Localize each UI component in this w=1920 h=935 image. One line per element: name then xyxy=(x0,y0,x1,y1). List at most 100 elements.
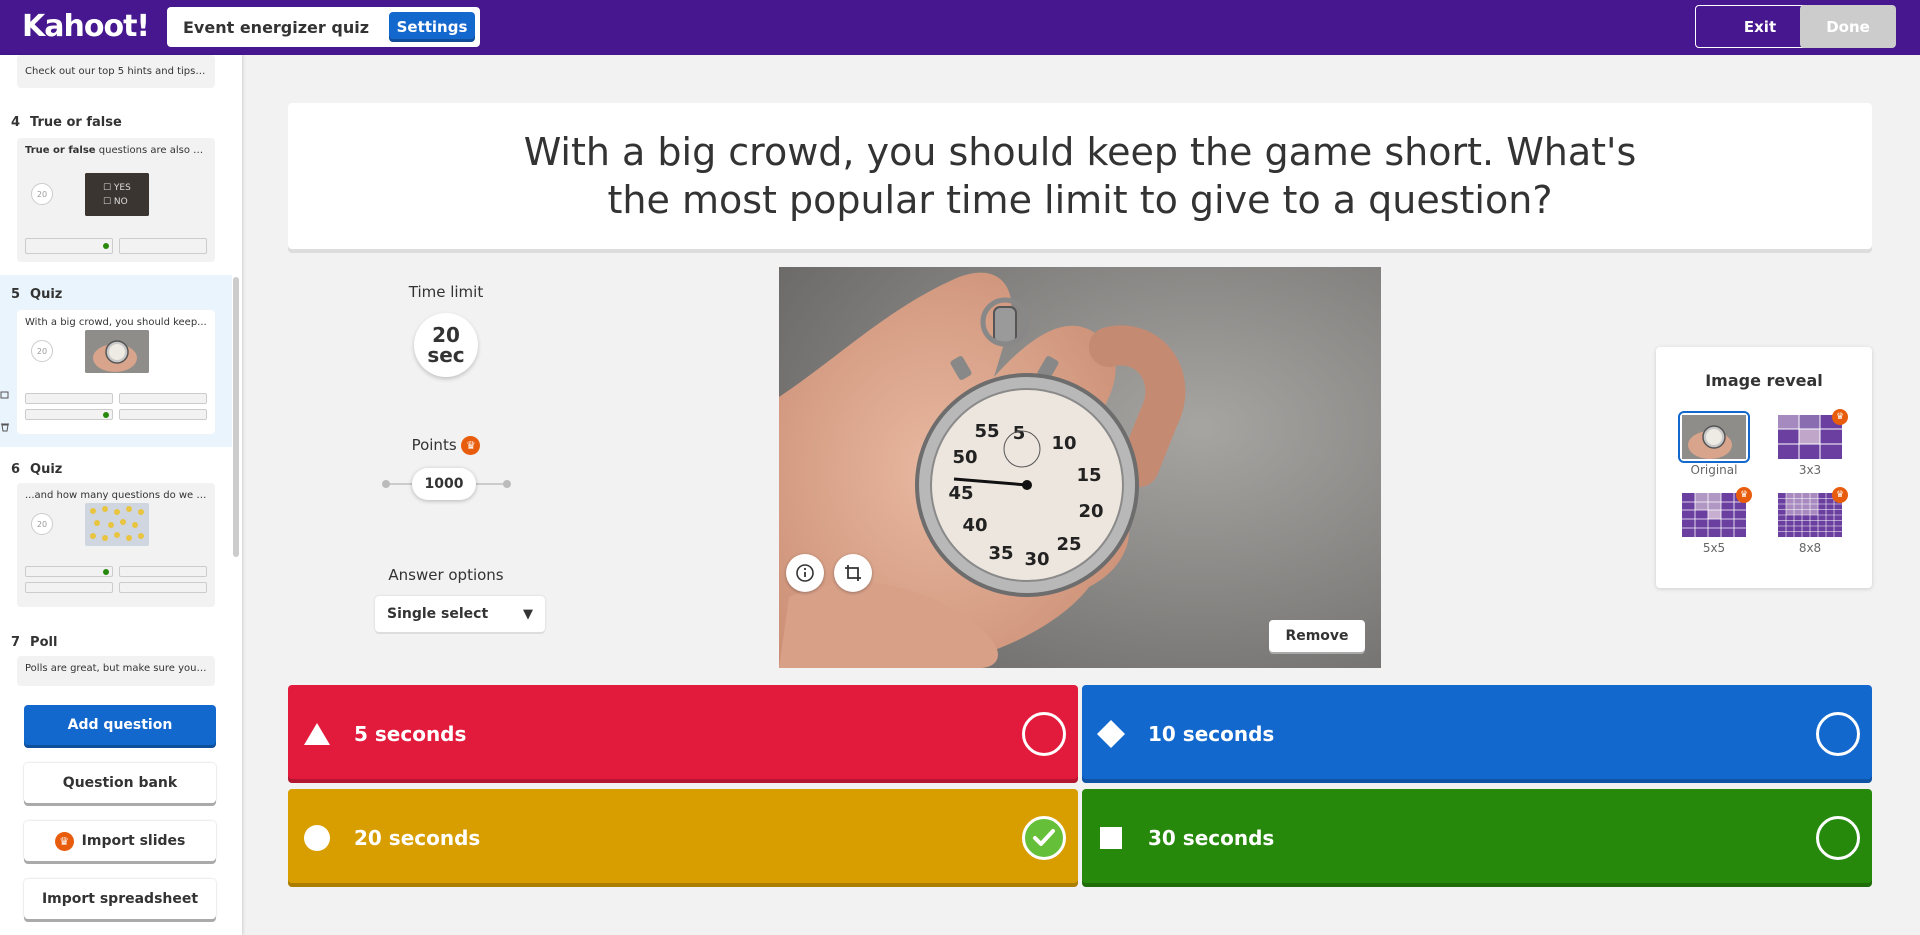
slide-timer: 20 xyxy=(31,513,53,535)
correct-toggle-checked[interactable] xyxy=(1022,816,1066,860)
time-limit-label: Time limit xyxy=(408,283,484,301)
question-bank-button[interactable]: Question bank xyxy=(24,763,216,803)
answer-option-1[interactable]: 5 seconds xyxy=(288,685,1078,783)
reveal-option-3x3[interactable]: ♛ 3x3 xyxy=(1776,409,1848,477)
done-button[interactable]: Done xyxy=(1800,5,1896,48)
svg-text:5: 5 xyxy=(1013,423,1026,444)
svg-text:25: 25 xyxy=(1056,534,1081,555)
slide-number: 4 xyxy=(11,115,21,130)
points-value[interactable]: 1000 xyxy=(412,468,476,500)
answer-text[interactable]: 5 seconds xyxy=(354,722,1022,746)
answer-option-4[interactable]: 30 seconds xyxy=(1082,789,1872,887)
slide-item-active[interactable]: 5 Quiz With a big crowd, you should keep.… xyxy=(0,275,232,447)
slide-preview-text: Polls are great, but make sure you ... xyxy=(25,663,210,674)
slide-thumbnail[interactable]: Check out our top 5 hints and tips ... xyxy=(17,55,215,88)
svg-text:30: 30 xyxy=(1024,549,1049,570)
import-slides-button[interactable]: ♛ Import slides xyxy=(24,821,216,861)
slide-item[interactable]: 7 Poll Polls are great, but make sure you… xyxy=(0,633,232,693)
info-icon[interactable] xyxy=(786,554,824,592)
svg-text:35: 35 xyxy=(988,543,1013,564)
correct-toggle[interactable] xyxy=(1816,816,1860,860)
slide-thumbnail[interactable]: ...and how many questions do we r... 20 xyxy=(17,483,215,607)
answer-option-3[interactable]: 20 seconds xyxy=(288,789,1078,887)
slide-answer-preview xyxy=(119,566,207,577)
answer-text[interactable]: 10 seconds xyxy=(1148,722,1816,746)
image-reveal-panel: Image reveal Original ♛ 3x3 ♛ 5x5 ♛ 8x8 xyxy=(1656,347,1872,588)
triangle-icon xyxy=(300,717,334,751)
slide-header: 5 Quiz xyxy=(0,275,232,305)
slide-type: Quiz xyxy=(30,287,63,302)
slide-answer-preview xyxy=(25,582,113,593)
reveal-option-label: 8x8 xyxy=(1798,541,1822,555)
chevron-down-icon: ▼ xyxy=(523,606,533,622)
reveal-option-5x5[interactable]: ♛ 5x5 xyxy=(1680,487,1752,555)
answer-options-select[interactable]: Single select ▼ xyxy=(375,596,545,632)
points-label: Points ♛ xyxy=(400,436,492,455)
slide-preview-text: ...and how many questions do we r... xyxy=(25,490,210,501)
import-spreadsheet-button[interactable]: Import spreadsheet xyxy=(24,879,216,919)
diamond-icon xyxy=(1094,717,1128,751)
quiz-title[interactable]: Event energizer quiz xyxy=(183,18,389,37)
slide-timer: 20 xyxy=(31,340,53,362)
circle-icon xyxy=(300,821,334,855)
answer-option-2[interactable]: 10 seconds xyxy=(1082,685,1872,783)
answer-options-value: Single select xyxy=(387,606,489,622)
question-image[interactable]: 5 10 15 20 25 30 35 40 45 50 55 Remove xyxy=(779,267,1381,668)
slide-answer-preview xyxy=(119,409,207,420)
correct-toggle[interactable] xyxy=(1816,712,1860,756)
reveal-option-original[interactable]: Original xyxy=(1678,411,1750,477)
reveal-option-label: 3x3 xyxy=(1798,463,1822,477)
crop-icon[interactable] xyxy=(834,554,872,592)
answer-text[interactable]: 30 seconds xyxy=(1148,826,1816,850)
top-bar: Kahoot! Event energizer quiz Settings Ex… xyxy=(0,0,1920,55)
reveal-thumbnail: ♛ xyxy=(1682,487,1752,537)
slide-item[interactable]: 6 Quiz ...and how many questions do we r.… xyxy=(0,460,232,632)
slide-header: 6 Quiz xyxy=(0,460,232,480)
checkmark-icon xyxy=(1033,829,1055,846)
import-slides-label: Import slides xyxy=(81,833,186,849)
slide-thumbnail[interactable]: Polls are great, but make sure you ... xyxy=(17,656,215,686)
settings-button[interactable]: Settings xyxy=(389,12,475,42)
slide-answer-preview xyxy=(25,393,113,404)
reveal-option-8x8[interactable]: ♛ 8x8 xyxy=(1776,487,1848,555)
remove-image-button[interactable]: Remove xyxy=(1269,620,1365,652)
svg-text:15: 15 xyxy=(1076,465,1101,486)
slide-type: Poll xyxy=(30,635,58,650)
slide-number: 7 xyxy=(11,635,21,650)
add-question-button[interactable]: Add question xyxy=(24,705,216,745)
question-input[interactable]: With a big crowd, you should keep the ga… xyxy=(288,103,1872,249)
slide-header: 4 True or false xyxy=(0,113,232,133)
slide-image xyxy=(85,503,149,546)
premium-crown-icon: ♛ xyxy=(1736,487,1752,503)
reveal-option-label: 5x5 xyxy=(1702,541,1726,555)
slide-answer-preview xyxy=(119,238,207,254)
points-slider-min[interactable] xyxy=(382,480,390,488)
points-slider-max[interactable] xyxy=(503,480,511,488)
reveal-thumbnail: ♛ xyxy=(1778,487,1848,537)
slide-image xyxy=(85,330,149,373)
premium-crown-icon: ♛ xyxy=(54,831,74,851)
duplicate-icon[interactable] xyxy=(0,385,10,399)
slide-type: Quiz xyxy=(30,462,63,477)
reveal-thumbnail: ♛ xyxy=(1778,409,1848,459)
slide-timer: 20 xyxy=(31,183,53,205)
correct-toggle[interactable] xyxy=(1022,712,1066,756)
slide-header: 7 Poll xyxy=(0,633,232,653)
svg-text:10: 10 xyxy=(1051,433,1076,454)
slide-image: ☐ YES ☐ NO xyxy=(85,173,149,216)
slide-thumbnail[interactable]: True or false questions are also su... 2… xyxy=(17,138,215,262)
premium-crown-icon: ♛ xyxy=(1832,409,1848,425)
question-text[interactable]: With a big crowd, you should keep the ga… xyxy=(505,128,1655,224)
time-limit-value: 20 xyxy=(432,323,460,347)
delete-icon[interactable] xyxy=(0,417,10,432)
reveal-thumbnail xyxy=(1678,411,1750,463)
slide-thumbnail[interactable]: With a big crowd, you should keep... 20 xyxy=(17,310,215,434)
svg-text:☐ NO: ☐ NO xyxy=(103,197,128,207)
slide-answer-preview xyxy=(25,566,113,577)
slide-answer-preview xyxy=(25,409,113,420)
sidebar-scrollbar[interactable] xyxy=(233,277,239,557)
kahoot-logo[interactable]: Kahoot! xyxy=(22,9,150,44)
time-limit-button[interactable]: 20 sec xyxy=(414,313,478,377)
answer-text[interactable]: 20 seconds xyxy=(354,826,1022,850)
quiz-title-field[interactable]: Event energizer quiz Settings xyxy=(167,7,480,47)
